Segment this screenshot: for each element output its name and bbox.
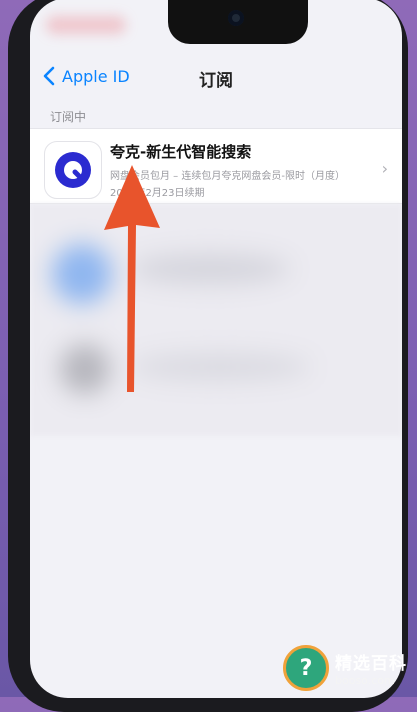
- camera-icon: [228, 10, 244, 26]
- phone-frame: Apple ID 订阅 订阅中 夸克-新生代智能搜索 网盘会员包月 – 连续包月…: [8, 0, 408, 712]
- page-title: 订阅: [199, 71, 233, 91]
- section-header-active: 订阅中: [50, 110, 87, 124]
- notch: [168, 0, 308, 44]
- navigation-bar: Apple ID 订阅: [30, 60, 402, 100]
- plan-description: 网盘会员包月 – 连续包月夸克网盘会员-限时（月度）: [110, 171, 345, 182]
- watermark-domain: booso.com: [335, 674, 395, 687]
- question-icon: ?: [283, 645, 329, 691]
- quark-app-icon: [44, 141, 102, 199]
- renewal-date: 2023年2月23日续期: [110, 188, 205, 199]
- watermark: ? 精选百科 booso.com: [283, 645, 407, 691]
- phone-screen: Apple ID 订阅 订阅中 夸克-新生代智能搜索 网盘会员包月 – 连续包月…: [30, 0, 402, 698]
- app-name: 夸克-新生代智能搜索: [110, 143, 252, 161]
- blurred-content: [30, 204, 402, 436]
- status-bar: [46, 16, 126, 34]
- subscription-row[interactable]: 夸克-新生代智能搜索 网盘会员包月 – 连续包月夸克网盘会员-限时（月度） 20…: [30, 128, 402, 204]
- chevron-right-icon: ›: [381, 159, 388, 178]
- watermark-brand: 精选百科: [335, 654, 407, 674]
